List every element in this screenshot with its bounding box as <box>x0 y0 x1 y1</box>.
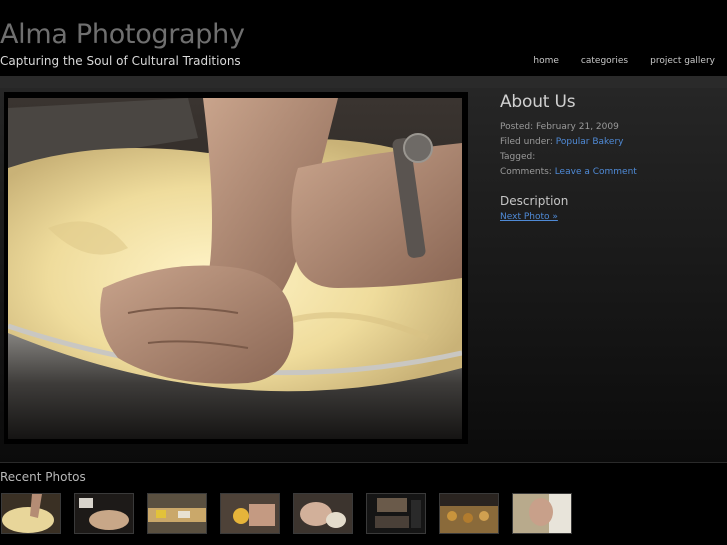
header-divider-bar <box>0 76 727 88</box>
filed-row: Filed under: Popular Bakery <box>500 135 720 150</box>
posted-label: Posted: <box>500 122 534 132</box>
comments-row: Comments: Leave a Comment <box>500 165 720 180</box>
site-tagline: Capturing the Soul of Cultural Tradition… <box>0 54 241 68</box>
filed-label: Filed under: <box>500 137 553 147</box>
recent-photo-thumb-6[interactable] <box>366 493 426 534</box>
leave-comment-link[interactable]: Leave a Comment <box>555 167 637 177</box>
posted-row: Posted: February 21, 2009 <box>500 120 720 135</box>
post-content: About Us Posted: February 21, 2009 Filed… <box>0 88 727 462</box>
site-title[interactable]: Alma Photography <box>0 19 245 50</box>
recent-photo-thumb-1[interactable] <box>1 493 61 534</box>
main-photo[interactable] <box>8 98 462 439</box>
recent-photo-thumb-5[interactable] <box>293 493 353 534</box>
category-link[interactable]: Popular Bakery <box>556 137 624 147</box>
recent-photos-title: Recent Photos <box>0 470 86 484</box>
recent-photo-thumb-3[interactable] <box>147 493 207 534</box>
recent-photo-thumb-2[interactable] <box>74 493 134 534</box>
nav-categories-link[interactable]: categories <box>581 56 628 66</box>
photo-frame <box>4 92 468 444</box>
next-photo-link[interactable]: Next Photo » <box>500 212 720 222</box>
post-meta: Posted: February 21, 2009 Filed under: P… <box>500 120 720 180</box>
main-nav: home categories project gallery <box>533 56 715 66</box>
recent-photo-thumb-4[interactable] <box>220 493 280 534</box>
about-heading: About Us <box>500 92 576 112</box>
nav-project-gallery-link[interactable]: project gallery <box>650 56 715 66</box>
recent-photos-strip <box>1 493 572 534</box>
nav-home-link[interactable]: home <box>533 56 559 66</box>
comments-label: Comments: <box>500 167 552 177</box>
recent-divider <box>0 462 727 463</box>
posted-date: February 21, 2009 <box>536 122 619 132</box>
recent-photo-thumb-8[interactable] <box>512 493 572 534</box>
site-header: Alma Photography Capturing the Soul of C… <box>0 0 727 76</box>
tagged-row: Tagged: <box>500 150 720 165</box>
about-panel: About Us Posted: February 21, 2009 Filed… <box>500 92 720 222</box>
recent-photo-thumb-7[interactable] <box>439 493 499 534</box>
description-heading: Description <box>500 194 569 208</box>
tagged-label: Tagged: <box>500 152 536 162</box>
